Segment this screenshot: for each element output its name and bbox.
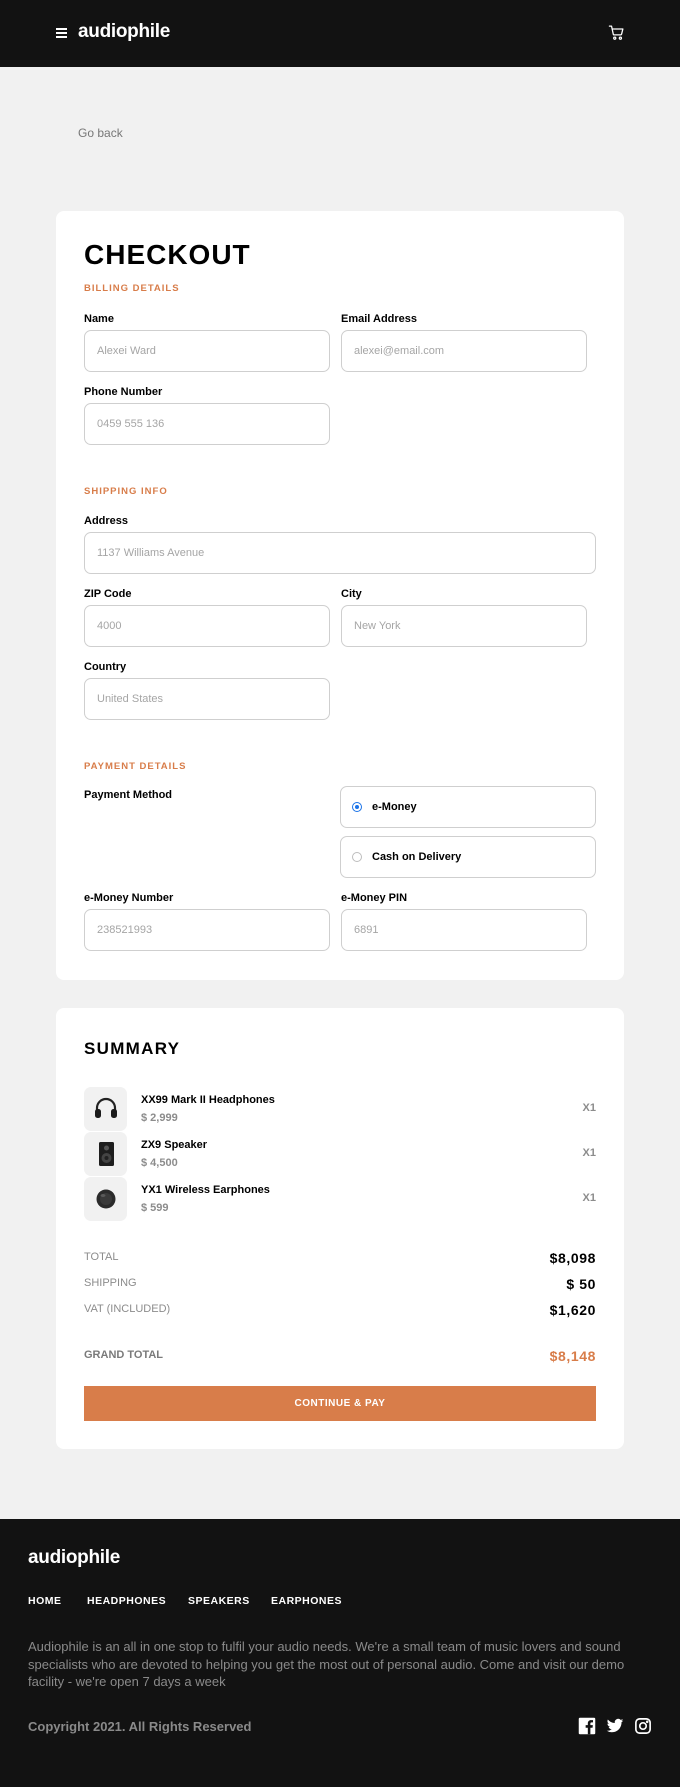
phone-label: Phone Number: [84, 386, 163, 398]
earphones-icon: [84, 1177, 127, 1221]
site-header: audiophile: [0, 0, 680, 67]
continue-and-pay-button[interactable]: CONTINUE & PAY: [84, 1386, 596, 1421]
grand-total-value: $8,148: [549, 1348, 596, 1364]
name-label: Name: [84, 313, 114, 325]
checkout-form-card: CHECKOUT BILLING DETAILS Name Email Addr…: [56, 211, 624, 980]
country-input[interactable]: [84, 678, 330, 720]
total-label: TOTAL: [84, 1251, 119, 1263]
country-label: Country: [84, 661, 127, 673]
headphones-icon: [84, 1087, 127, 1131]
footer-nav-speakers[interactable]: SPEAKERS: [188, 1595, 250, 1607]
order-summary-card: SUMMARY XX99 Mark II Headphones $ 2,999 …: [56, 1008, 624, 1449]
footer-nav-headphones[interactable]: HEADPHONES: [87, 1595, 166, 1607]
page: audiophile Go back CHECKOUT BILLING DETA…: [0, 0, 680, 1787]
copyright-text: Copyright 2021. All Rights Reserved: [28, 1719, 252, 1734]
hamburger-menu-icon[interactable]: [56, 28, 67, 38]
go-back-link[interactable]: Go back: [78, 126, 123, 140]
shipping-value: $ 50: [566, 1276, 596, 1292]
billing-details-heading: BILLING DETAILS: [84, 283, 180, 294]
payment-method-label: Payment Method: [84, 789, 173, 801]
item-name: ZX9 Speaker: [141, 1139, 208, 1151]
payment-details-heading: PAYMENT DETAILS: [84, 761, 187, 772]
footer-nav-home[interactable]: HOME: [28, 1595, 62, 1607]
summary-title: SUMMARY: [84, 1039, 181, 1058]
radio-unselected-icon[interactable]: [352, 852, 362, 862]
item-price: $ 4,500: [141, 1157, 178, 1169]
email-input[interactable]: [341, 330, 587, 372]
emoney-pin-label: e-Money PIN: [341, 892, 408, 904]
cart-item: YX1 Wireless Earphones $ 599 X1: [84, 1177, 596, 1221]
emoney-pin-input[interactable]: [341, 909, 587, 951]
zip-code-label: ZIP Code: [84, 588, 132, 600]
emoney-number-input[interactable]: [84, 909, 330, 951]
grand-total-label: GRAND TOTAL: [84, 1349, 164, 1361]
total-value: $8,098: [549, 1250, 596, 1266]
phone-input[interactable]: [84, 403, 330, 445]
address-input[interactable]: [84, 532, 596, 574]
shipping-label: SHIPPING: [84, 1277, 137, 1289]
checkout-title: CHECKOUT: [84, 239, 251, 270]
item-quantity: X1: [582, 1147, 596, 1159]
item-price: $ 599: [141, 1202, 169, 1214]
cart-item: ZX9 Speaker $ 4,500 X1: [84, 1132, 596, 1176]
footer-logo[interactable]: audiophile: [28, 1547, 120, 1569]
twitter-icon[interactable]: [606, 1717, 624, 1735]
item-price: $ 2,999: [141, 1112, 178, 1124]
shopping-cart-icon[interactable]: [608, 24, 625, 41]
emoney-number-label: e-Money Number: [84, 892, 174, 904]
instagram-icon[interactable]: [634, 1717, 652, 1735]
item-quantity: X1: [582, 1192, 596, 1204]
vat-value: $1,620: [549, 1302, 596, 1318]
shipping-info-heading: SHIPPING INFO: [84, 486, 168, 497]
city-label: City: [341, 588, 362, 600]
speaker-icon: [84, 1132, 127, 1176]
header-logo[interactable]: audiophile: [78, 21, 170, 43]
vat-label: VAT (INCLUDED): [84, 1303, 171, 1315]
item-name: XX99 Mark II Headphones: [141, 1094, 275, 1106]
email-label: Email Address: [341, 313, 418, 325]
address-label: Address: [84, 515, 129, 527]
facebook-icon[interactable]: [578, 1717, 596, 1735]
city-input[interactable]: [341, 605, 587, 647]
payment-option-cash-on-delivery[interactable]: Cash on Delivery: [340, 836, 596, 878]
payment-option-label: e-Money: [372, 801, 417, 813]
name-input[interactable]: [84, 330, 330, 372]
cart-item: XX99 Mark II Headphones $ 2,999 X1: [84, 1087, 596, 1131]
payment-option-label: Cash on Delivery: [372, 851, 462, 863]
zip-code-input[interactable]: [84, 605, 330, 647]
footer-description: Audiophile is an all in one stop to fulf…: [28, 1639, 625, 1689]
radio-selected-icon[interactable]: [352, 802, 362, 812]
footer-nav-earphones[interactable]: EARPHONES: [271, 1595, 342, 1607]
site-footer: audiophile HOME HEADPHONES SPEAKERS EARP…: [0, 1519, 680, 1787]
item-quantity: X1: [582, 1102, 596, 1114]
item-name: YX1 Wireless Earphones: [141, 1184, 270, 1196]
payment-option-emoney[interactable]: e-Money: [340, 786, 596, 828]
